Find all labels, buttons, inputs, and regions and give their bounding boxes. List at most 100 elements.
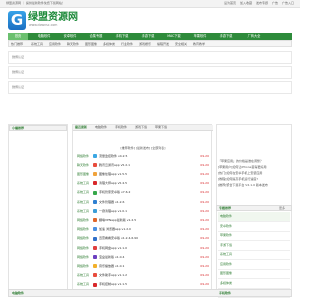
set-homepage-link[interactable]: 设为首页 <box>224 1 236 5</box>
list-item-category[interactable]: 图形图像 <box>77 172 89 177</box>
list-item-category[interactable]: 网络软件 <box>77 237 89 241</box>
add-favorite-link[interactable]: 加入收藏 <box>240 1 252 5</box>
list-item-name[interactable]: 宝盒最新版 v1.0.4 <box>99 255 124 260</box>
list-item[interactable]: 网络软件 加速 浏览器app v1.2.0 09-20 <box>75 227 211 233</box>
list-item-category[interactable]: 网络软件 <box>77 246 89 251</box>
topic-item[interactable]: 电脑软件 <box>218 212 290 222</box>
list-item[interactable]: 网络软件 迅雷看看安卓版 v1.2.4.6.90 09-20 <box>75 236 211 242</box>
list-item-name[interactable]: 手机管家安卓版 v7.6.2 <box>99 191 130 195</box>
list-item[interactable]: 系统工具 手机管家安卓版 v7.6.2 09-20 <box>75 190 211 196</box>
list-item-category[interactable]: 系统工具 <box>77 283 89 287</box>
nav-item-pc-software[interactable]: 电脑软件 <box>32 33 56 40</box>
subnav-item-education[interactable]: 教育教学 <box>193 42 205 47</box>
nav-item-vendors[interactable]: 厂商大全 <box>240 33 268 40</box>
more-link[interactable]: 更多 <box>279 206 285 211</box>
tab-apple[interactable]: 苹果下载 <box>155 125 167 130</box>
bottom-title-pc[interactable]: 电脑软件 <box>12 291 24 296</box>
list-item-category[interactable]: 网络软件 <box>77 227 89 232</box>
ad-link[interactable]: 广告 <box>272 1 278 5</box>
subnav-item-chat[interactable]: 聊天软件 <box>67 42 79 47</box>
list-item-name[interactable]: 翻墙VPNapp最新版 v1.2.5 <box>99 218 136 223</box>
topic-item[interactable]: 苹果软件 <box>218 231 290 241</box>
list-filter-links[interactable]: [推荐软件] [最新发布] [全部列表] <box>73 146 213 151</box>
subnav-item-hot[interactable]: 热门推荐 <box>11 42 23 47</box>
topic-item[interactable]: 多媒体类 <box>218 279 290 289</box>
nav-item-home[interactable]: 首页 <box>8 33 28 40</box>
ad-entry-link[interactable]: 广告入口 <box>282 1 294 5</box>
nav-item-mobile-games[interactable]: 手游下载 <box>136 33 160 40</box>
list-item-category[interactable]: 网络软件 <box>77 264 89 269</box>
list-item-name[interactable]: 加速 浏览器app v1.2.0 <box>99 227 131 232</box>
list-item[interactable]: 系统工具 文件助手app v1.1.2 09-20 <box>75 273 211 279</box>
list-item-date: 09-20 <box>200 282 209 287</box>
list-item-name[interactable]: 文件助手app v1.1.2 <box>99 273 127 278</box>
nav-item-apple[interactable]: 苹果软件 <box>188 33 212 40</box>
tab-mobile[interactable]: 手机软件 <box>115 125 127 130</box>
list-item[interactable]: 网络软件 翻墙VPNapp最新版 v1.2.5 09-20 <box>75 217 211 223</box>
publish-link[interactable]: 发布专题 <box>256 1 268 5</box>
news-item[interactable]: 「苹果应用」的价格是谁在调整？ <box>218 159 290 164</box>
list-item[interactable]: 图形图像 图像处理app v1.5.5 09-20 <box>75 171 211 177</box>
subnav-item-graphics[interactable]: 图形图像 <box>85 42 97 47</box>
list-item-name[interactable]: 音乐播放器 v1.0.1 <box>99 264 124 269</box>
subnav-item-apps[interactable]: 应用软件 <box>49 42 61 47</box>
list-item-category[interactable]: 网络软件 <box>77 218 89 223</box>
subnav-item-dev[interactable]: 编程开发 <box>157 42 169 47</box>
list-item[interactable]: 网络软件 宝盒最新版 v1.0.4 09-20 <box>75 254 211 260</box>
nav-item-mac[interactable]: MAC下载 <box>162 33 186 40</box>
list-item[interactable]: 网络软件 手机网盘app v1.1.0 09-20 <box>75 245 211 251</box>
topic-item[interactable]: 安卓软件 <box>218 222 290 232</box>
tab-pc[interactable]: 电脑软件 <box>95 125 107 130</box>
tab-games[interactable]: 游戏下载 <box>135 125 147 130</box>
topic-item[interactable]: 系统工具 <box>218 250 290 260</box>
news-item[interactable]: [苹果用户]如何让iPhone变得更好用 <box>218 165 290 170</box>
list-item-name[interactable]: 腾讯云通讯app v5.2.1 <box>99 163 130 168</box>
topic-item[interactable]: 应用软件 <box>218 260 290 270</box>
nav-item-topics[interactable]: 合集专题 <box>84 33 108 40</box>
site-logo[interactable]: G 绿盟资源网 www.downsc.com <box>8 11 88 31</box>
list-item-name[interactable]: 迅雷看看安卓版 v1.2.4.6.90 <box>99 237 138 241</box>
list-item-category[interactable]: 系统工具 <box>77 200 89 205</box>
list-item-name[interactable]: 手机网盘app v1.1.0 <box>99 246 127 251</box>
list-item-name[interactable]: 清理大师app v5.4.5 <box>99 181 127 186</box>
list-item-name[interactable]: 流量监控软件 v4.2.5 <box>99 154 127 159</box>
tab-latest[interactable]: 最近更新 <box>75 125 87 130</box>
list-item[interactable]: 系统工具 清理大师app v5.4.5 09-20 <box>75 181 211 187</box>
subnav-item-system[interactable]: 系统工具 <box>31 42 43 47</box>
list-item-name[interactable]: 文件管理器 v1.2.6 <box>99 200 124 205</box>
nav-item-mobile[interactable]: 手机下载 <box>110 33 134 40</box>
list-item-category[interactable]: 系统工具 <box>77 191 89 195</box>
list-item-category[interactable]: 聊天软件 <box>77 163 89 168</box>
list-item-name[interactable]: 图像处理app v1.5.5 <box>99 172 127 177</box>
list-item-category[interactable]: 系统工具 <box>77 273 89 278</box>
subnav-item-industry[interactable]: 行业软件 <box>121 42 133 47</box>
sub-nav: 热门推荐 系统工具 应用软件 聊天软件 图形图像 多媒体类 行业软件 游戏娱乐 … <box>8 40 292 47</box>
ad-row[interactable]: 微博认证 <box>8 66 292 79</box>
subnav-item-security[interactable]: 安全相关 <box>175 42 187 47</box>
list-item-date: 09-20 <box>200 199 209 204</box>
list-item[interactable]: 系统工具 一键清理app v1.0.1 09-20 <box>75 208 211 214</box>
list-item[interactable]: 网络软件 音乐播放器 v1.0.1 09-20 <box>75 263 211 269</box>
bottom-title-mobile[interactable]: 手机软件 <box>219 291 231 296</box>
list-item[interactable]: 系统工具 文件管理器 v1.2.6 09-20 <box>75 199 211 205</box>
list-item-name[interactable]: 一键清理app v1.0.1 <box>99 209 127 214</box>
subnav-item-media[interactable]: 多媒体类 <box>103 42 115 47</box>
news-item[interactable]: [教程]如何提高手机运行速度? <box>218 177 290 182</box>
list-item[interactable]: 网络软件 流量监控软件 v4.2.5 09-20 <box>75 153 211 159</box>
list-item-name[interactable]: 手机控制app v1.1.5 <box>99 283 127 287</box>
topic-item[interactable]: 手游下载 <box>218 241 290 251</box>
ad-row[interactable]: 微博认证 <box>8 51 292 64</box>
list-item-category[interactable]: 系统工具 <box>77 209 89 214</box>
ad-row[interactable]: 微博认证 <box>8 81 292 94</box>
list-item[interactable]: 聊天软件 腾讯云通讯app v5.2.1 09-20 <box>75 162 211 168</box>
news-item[interactable]: [热门]如何在安卓手机上安装应用 <box>218 171 290 176</box>
news-item[interactable]: [推荐]聚合下载平台 V2.1.0 版本发布 <box>218 183 290 188</box>
list-item-category[interactable]: 系统工具 <box>77 181 89 186</box>
nav-item-android[interactable]: 安卓软件 <box>58 33 82 40</box>
list-item-category[interactable]: 网络软件 <box>77 154 89 159</box>
topic-item[interactable]: 图形图像 <box>218 269 290 279</box>
list-item-category[interactable]: 网络软件 <box>77 255 89 260</box>
list-item[interactable]: 系统工具 手机控制app v1.1.5 09-20 <box>75 282 211 288</box>
subnav-item-games[interactable]: 游戏娱乐 <box>139 42 151 47</box>
nav-item-games[interactable]: 手游下载 <box>214 33 238 40</box>
